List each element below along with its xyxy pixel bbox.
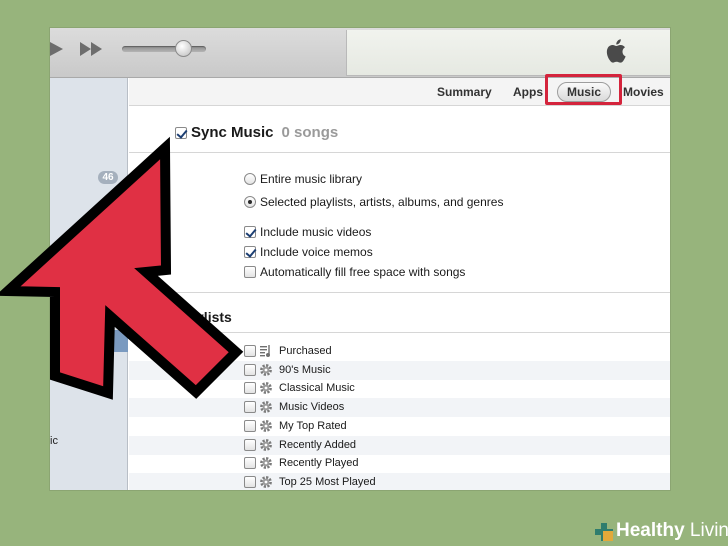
sidebar: 46 ic ed — [50, 78, 128, 490]
playlist-row[interactable]: Classical Music — [129, 379, 670, 398]
apple-logo-icon — [606, 39, 626, 63]
health-cross-icon — [595, 523, 613, 541]
gear-icon — [260, 382, 272, 395]
include-music-videos-checkbox[interactable] — [244, 226, 256, 238]
selected-playlists-label[interactable]: Selected playlists, artists, albums, and… — [260, 195, 503, 209]
gear-icon — [260, 419, 272, 432]
playlist-icon — [260, 345, 270, 357]
playlist-row[interactable]: 90's Music — [129, 360, 670, 380]
sync-music-heading: Sync Music 0 songs — [191, 124, 338, 141]
volume-knob[interactable] — [175, 40, 192, 57]
include-voice-memos-label[interactable]: Include voice memos — [260, 245, 373, 259]
watermark-text: Healthy Living — [616, 520, 728, 542]
divider — [129, 292, 670, 293]
entire-library-label[interactable]: Entire music library — [260, 172, 362, 186]
playlist-row[interactable]: Music Videos — [129, 398, 670, 418]
toolbar — [50, 28, 670, 78]
playlist-row[interactable]: Top 25 Most Played — [129, 472, 670, 490]
watermark-word-2: Living — [689, 520, 728, 541]
playlist-row[interactable]: Purchased — [129, 342, 670, 361]
gear-icon — [260, 438, 272, 451]
playlist-checkbox[interactable] — [244, 363, 256, 376]
playlist-label: Top 25 Most Played — [279, 475, 376, 488]
playlist-row[interactable]: My Top Rated — [129, 417, 670, 436]
playlist-label: Recently Added — [279, 438, 357, 451]
playlist-label: My Top Rated — [279, 419, 347, 432]
playlist-checkbox[interactable] — [244, 457, 256, 470]
entire-library-radio[interactable] — [244, 173, 256, 185]
include-music-videos-label[interactable]: Include music videos — [260, 225, 371, 239]
playlist-row[interactable]: Recently Added — [129, 435, 670, 455]
playlist-label: Purchased — [279, 345, 332, 357]
autofill-label[interactable]: Automatically fill free space with songs — [260, 265, 465, 279]
watermark-word-1: Healthy — [616, 520, 685, 541]
playlist-label: Recently Played — [279, 457, 359, 470]
playlist-checkbox[interactable] — [244, 382, 256, 395]
playlist-label: Music Videos — [279, 401, 345, 414]
tab-apps[interactable]: Apps — [513, 85, 543, 99]
playlist-row[interactable]: Recently Played — [129, 454, 670, 473]
playlist-checkbox[interactable] — [244, 345, 256, 357]
playlist-checkbox[interactable] — [244, 401, 256, 414]
playlist-label: Classical Music — [279, 382, 355, 395]
playlist-checkbox[interactable] — [244, 438, 256, 451]
tab-movies[interactable]: Movies — [623, 85, 664, 99]
volume-slider[interactable] — [122, 46, 206, 52]
sidebar-count-badge: 46 — [98, 171, 118, 184]
play-icon[interactable] — [50, 42, 63, 56]
sync-music-checkbox[interactable] — [175, 127, 187, 139]
playlist-checkbox[interactable] — [244, 419, 256, 432]
playlists-heading: Playlists — [175, 309, 232, 325]
gear-icon — [260, 363, 272, 376]
playlist-checkbox[interactable] — [244, 475, 256, 488]
gear-icon — [260, 457, 272, 470]
sync-music-label: Sync Music — [191, 124, 274, 141]
divider — [129, 332, 670, 333]
selected-playlists-radio[interactable] — [244, 196, 256, 208]
sidebar-selected-item[interactable] — [50, 330, 128, 352]
fast-forward-icon[interactable] — [80, 42, 106, 56]
playlist-label: 90's Music — [279, 363, 331, 376]
music-tab-highlight — [545, 74, 622, 105]
sidebar-item-label[interactable]: ic — [50, 435, 58, 447]
autofill-checkbox[interactable] — [244, 266, 256, 278]
include-voice-memos-checkbox[interactable] — [244, 246, 256, 258]
tab-summary[interactable]: Summary — [437, 85, 492, 99]
song-count: 0 songs — [281, 124, 339, 141]
divider — [129, 152, 670, 153]
gear-icon — [260, 401, 272, 413]
music-sync-panel: Sync Music 0 songs Entire music library S… — [129, 106, 670, 490]
gear-icon — [260, 475, 272, 488]
